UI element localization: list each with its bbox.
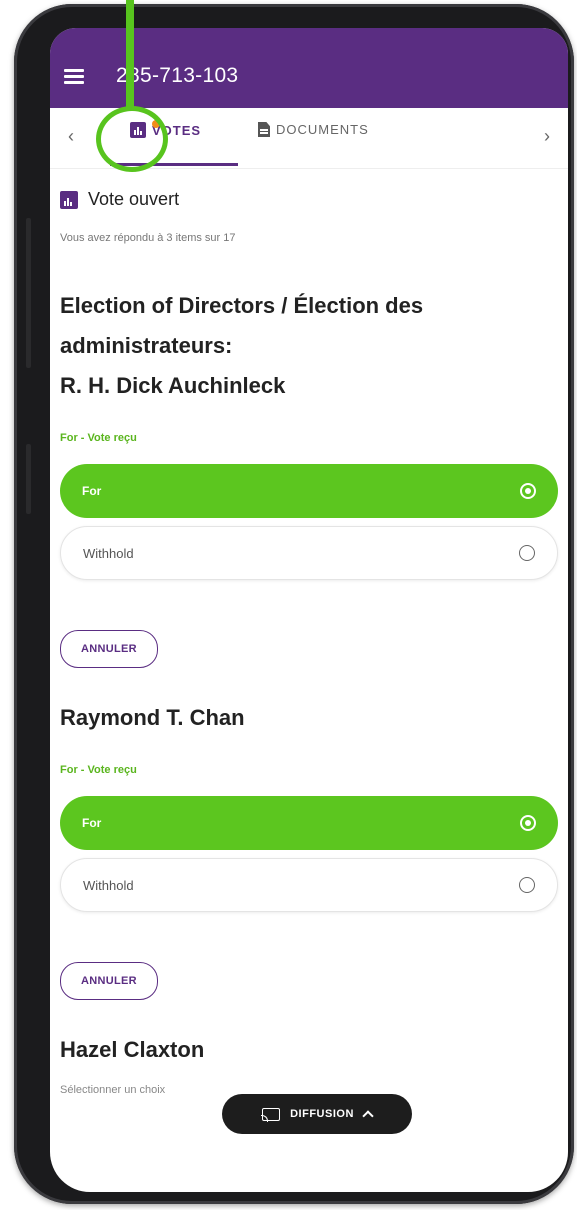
item-title: Raymond T. Chan (60, 698, 558, 738)
option-withhold[interactable]: Withhold (60, 858, 558, 912)
diffusion-button[interactable]: DIFFUSION (222, 1094, 412, 1134)
volume-button (26, 218, 31, 368)
cancel-button[interactable]: ANNULER (60, 962, 158, 1000)
tab-documents-label: DOCUMENTS (276, 122, 369, 137)
vote-status-title: Vote ouvert (88, 189, 180, 209)
vote-status: Vote ouvert (60, 189, 558, 210)
bar-chart-icon (60, 190, 78, 209)
option-label: For (82, 816, 102, 830)
annotation-highlight-circle (96, 106, 168, 172)
progress-text: Vous avez répondu à 3 items sur 17 (60, 232, 236, 244)
option-label: Withhold (83, 545, 134, 561)
phone-frame: 285-713-103 ‹ VOTES DOCUMENTS › Vote ouv… (14, 4, 574, 1204)
diffusion-label: DIFFUSION (290, 1108, 354, 1120)
document-icon (258, 122, 270, 137)
item-title: Election of Directors / Élection des adm… (60, 286, 558, 406)
option-for[interactable]: For (60, 796, 558, 850)
cancel-button[interactable]: ANNULER (60, 630, 158, 668)
next-arrow-icon[interactable]: › (544, 126, 550, 147)
item-title-line: Election of Directors / Élection des (60, 293, 424, 318)
bixby-button (26, 444, 31, 514)
item-title-line: R. H. Dick Auchinleck (60, 373, 286, 398)
chevron-up-icon (362, 1110, 374, 1122)
meeting-id: 285-713-103 (116, 64, 239, 87)
item-title: Hazel Claxton (60, 1030, 558, 1070)
vote-content: Vote ouvert Vous avez répondu à 3 items … (50, 189, 568, 1096)
item-title-line: administrateurs: (60, 333, 233, 358)
option-withhold[interactable]: Withhold (60, 526, 558, 580)
vote-received-label: For - Vote reçu (60, 432, 137, 444)
radio-unchecked-icon[interactable] (519, 545, 535, 561)
option-label: Withhold (83, 877, 134, 893)
radio-checked-icon[interactable] (520, 483, 536, 499)
radio-unchecked-icon[interactable] (519, 877, 535, 893)
vote-received-label: For - Vote reçu (60, 764, 137, 776)
item-title-line: Raymond T. Chan (60, 705, 245, 730)
phone-screen: 285-713-103 ‹ VOTES DOCUMENTS › Vote ouv… (50, 28, 568, 1192)
prev-arrow-icon[interactable]: ‹ (68, 126, 74, 147)
hamburger-menu-icon[interactable] (64, 69, 84, 84)
option-for[interactable]: For (60, 464, 558, 518)
item-title-line: Hazel Claxton (60, 1037, 205, 1062)
tab-documents[interactable]: DOCUMENTS (258, 122, 369, 137)
option-label: For (82, 484, 102, 498)
cast-icon (261, 1107, 281, 1122)
annotation-pointer-line (126, 0, 134, 110)
radio-checked-icon[interactable] (520, 815, 536, 831)
